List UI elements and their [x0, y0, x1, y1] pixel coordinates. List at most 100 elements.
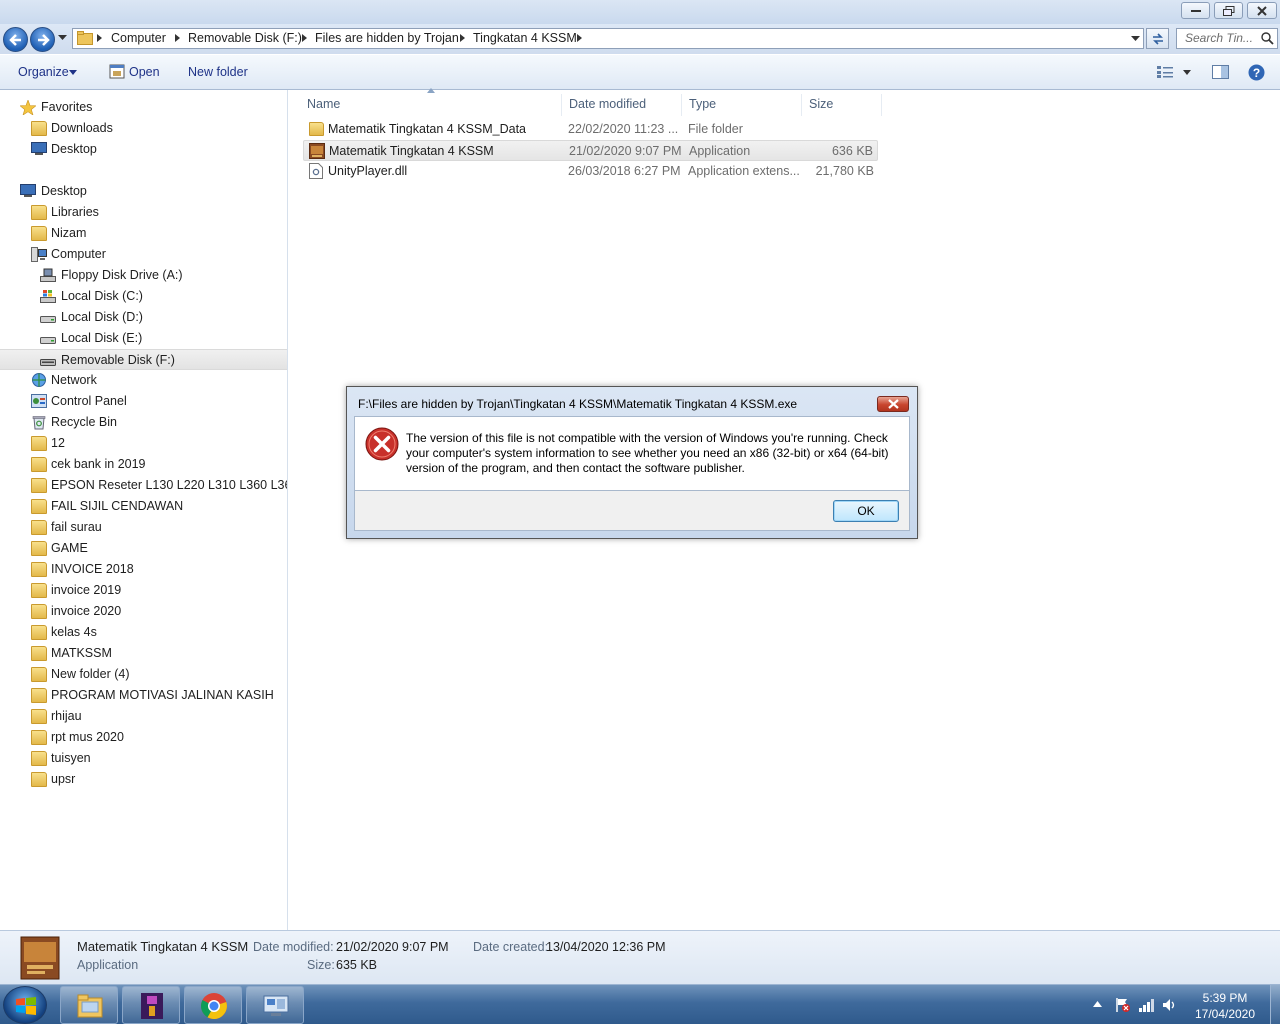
taskbar-game-button[interactable]	[122, 986, 180, 1024]
nav-label: Favorites	[41, 100, 93, 114]
nav-libraries[interactable]: Libraries	[0, 202, 287, 223]
minimize-button[interactable]	[1181, 2, 1210, 19]
nav-folder-fail-sijil[interactable]: FAIL SIJIL CENDAWAN	[0, 496, 287, 517]
nav-network[interactable]: Network	[0, 370, 287, 391]
sort-ascending-icon	[427, 88, 435, 93]
breadcrumb-removable-disk[interactable]: Removable Disk (F:)	[188, 31, 302, 45]
nav-nizam[interactable]: Nizam	[0, 223, 287, 244]
nav-folder-game[interactable]: GAME	[0, 538, 287, 559]
nav-folder-rhijau[interactable]: rhijau	[0, 706, 287, 727]
nav-folder-tuisyen[interactable]: tuisyen	[0, 748, 287, 769]
search-icon[interactable]	[1261, 32, 1274, 45]
column-header-type[interactable]: Type	[682, 94, 802, 116]
nav-folder-rpt-mus[interactable]: rpt mus 2020	[0, 727, 287, 748]
show-hidden-icons-icon[interactable]	[1093, 1001, 1102, 1007]
breadcrumb-arrow-icon[interactable]	[302, 34, 307, 42]
details-size-label: Size:	[307, 958, 335, 972]
remote-desktop-icon	[263, 995, 289, 1016]
forward-arrow-icon	[38, 34, 50, 46]
close-icon	[888, 399, 899, 409]
restore-button[interactable]	[1214, 2, 1243, 19]
nav-local-disk-d[interactable]: Local Disk (D:)	[0, 307, 287, 328]
breadcrumb-current-folder[interactable]: Tingkatan 4 KSSM	[473, 31, 577, 45]
file-row-selected[interactable]: Matematik Tingkatan 4 KSSM 21/02/2020 9:…	[303, 140, 878, 161]
nav-folder-epson-reseter[interactable]: EPSON Reseter L130 L220 L310 L360 L365 […	[0, 475, 287, 496]
nav-recycle-bin[interactable]: Recycle Bin	[0, 412, 287, 433]
file-row[interactable]: Matematik Tingkatan 4 KSSM_Data 22/02/20…	[303, 119, 878, 140]
taskbar-explorer-button[interactable]	[60, 986, 118, 1024]
action-center-flag-icon[interactable]	[1115, 997, 1131, 1013]
nav-label: INVOICE 2018	[51, 562, 134, 576]
breadcrumb-arrow-icon[interactable]	[97, 34, 102, 42]
breadcrumb-hidden-files[interactable]: Files are hidden by Trojan	[315, 31, 459, 45]
back-button[interactable]	[3, 27, 28, 52]
nav-floppy-drive[interactable]: Floppy Disk Drive (A:)	[0, 265, 287, 286]
volume-icon[interactable]	[1162, 997, 1178, 1013]
nav-favorite-desktop[interactable]: Desktop	[0, 139, 287, 160]
nav-folder-program-motivasi[interactable]: PROGRAM MOTIVASI JALINAN KASIH	[0, 685, 287, 706]
nav-label: GAME	[51, 541, 88, 555]
taskbar-chrome-button[interactable]	[184, 986, 242, 1024]
nav-folder-cek-bank[interactable]: cek bank in 2019	[0, 454, 287, 475]
new-folder-button[interactable]: New folder	[188, 65, 248, 79]
network-signal-icon[interactable]	[1138, 997, 1154, 1013]
nav-label: upsr	[51, 772, 76, 786]
nav-folder-12[interactable]: 12	[0, 433, 287, 454]
nav-folder-invoice-2020[interactable]: invoice 2020	[0, 601, 287, 622]
chrome-icon	[201, 993, 227, 1020]
file-row[interactable]: UnityPlayer.dll 26/03/2018 6:27 PM Appli…	[303, 161, 878, 182]
nav-control-panel[interactable]: Control Panel	[0, 391, 287, 412]
address-bar[interactable]: Computer Removable Disk (F:) Files are h…	[72, 28, 1144, 49]
column-header-size[interactable]: Size	[802, 94, 882, 116]
application-icon	[309, 143, 325, 159]
nav-local-disk-e[interactable]: Local Disk (E:)	[0, 328, 287, 349]
recent-pages-dropdown-icon[interactable]	[58, 35, 67, 41]
search-placeholder: Search Tin...	[1185, 31, 1253, 45]
nav-folder-kelas-4s[interactable]: kelas 4s	[0, 622, 287, 643]
breadcrumb-arrow-icon[interactable]	[460, 34, 465, 42]
ok-button[interactable]: OK	[833, 500, 899, 522]
breadcrumb-arrow-icon[interactable]	[175, 34, 180, 42]
column-header-date[interactable]: Date modified	[562, 94, 682, 116]
nav-computer[interactable]: Computer	[0, 244, 287, 265]
address-history-dropdown-icon[interactable]	[1131, 36, 1140, 42]
help-icon[interactable]: ?	[1248, 64, 1265, 81]
search-input[interactable]: Search Tin...	[1176, 28, 1278, 49]
dialog-close-button[interactable]	[877, 396, 909, 412]
folder-icon	[77, 31, 93, 45]
nav-favorites[interactable]: Favorites	[0, 97, 287, 118]
nav-folder-matkssm[interactable]: MATKSSM	[0, 643, 287, 664]
start-button[interactable]	[3, 986, 47, 1024]
nav-label: invoice 2020	[51, 604, 122, 618]
breadcrumb-arrow-icon[interactable]	[577, 34, 582, 42]
breadcrumb-computer[interactable]: Computer	[111, 31, 166, 45]
organize-dropdown-icon[interactable]	[69, 70, 77, 75]
command-bar: Organize Open New folder ?	[0, 54, 1280, 90]
organize-button[interactable]: Organize	[18, 65, 69, 79]
view-options-dropdown-icon[interactable]	[1183, 70, 1191, 75]
folder-icon	[31, 541, 47, 556]
nav-label: MATKSSM	[51, 646, 112, 660]
nav-folder-invoice-2018[interactable]: INVOICE 2018	[0, 559, 287, 580]
clock[interactable]: 5:39 PM 17/04/2020	[1184, 990, 1266, 1022]
nav-label: Network	[51, 373, 97, 387]
nav-desktop-root[interactable]: Desktop	[0, 181, 287, 202]
nav-folder-fail-surau[interactable]: fail surau	[0, 517, 287, 538]
nav-folder-new-folder-4[interactable]: New folder (4)	[0, 664, 287, 685]
close-window-button[interactable]	[1247, 2, 1277, 19]
nav-local-disk-c[interactable]: Local Disk (C:)	[0, 286, 287, 307]
change-view-icon[interactable]	[1157, 66, 1173, 78]
column-header-name[interactable]: Name	[300, 94, 562, 116]
open-button[interactable]: Open	[129, 65, 160, 79]
preview-pane-icon[interactable]	[1212, 65, 1229, 79]
nav-removable-disk-f[interactable]: Removable Disk (F:)	[0, 349, 287, 370]
forward-button[interactable]	[30, 27, 55, 52]
taskbar-remote-app-button[interactable]	[246, 986, 304, 1024]
desktop-icon	[20, 184, 36, 197]
folder-icon	[31, 667, 47, 682]
nav-folder-upsr[interactable]: upsr	[0, 769, 287, 790]
refresh-button[interactable]	[1146, 28, 1169, 49]
nav-folder-invoice-2019[interactable]: invoice 2019	[0, 580, 287, 601]
show-desktop-button[interactable]	[1270, 985, 1280, 1024]
nav-downloads[interactable]: Downloads	[0, 118, 287, 139]
